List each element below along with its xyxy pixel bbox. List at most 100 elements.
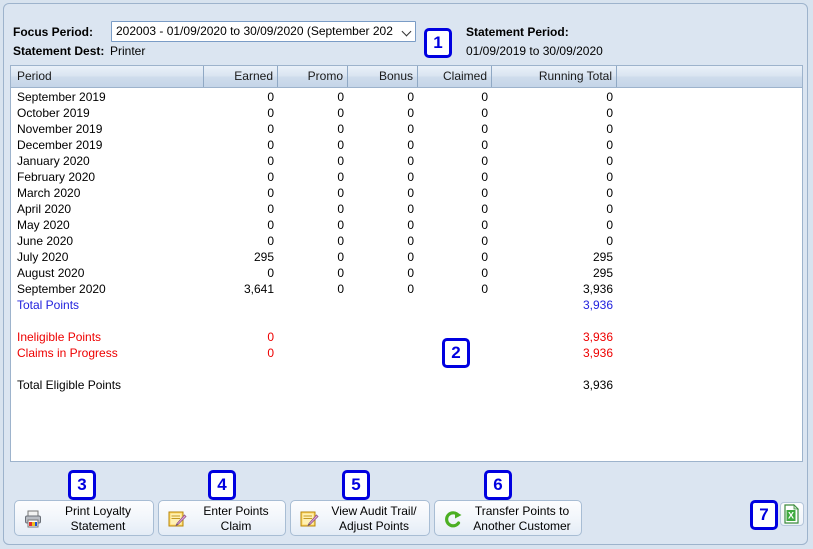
cell-bonus: 0 xyxy=(348,265,418,281)
cell-earned: 295 xyxy=(204,249,278,265)
export-excel-button[interactable]: X xyxy=(780,502,804,526)
cell-period: September 2020 xyxy=(11,281,204,297)
cell-earned: 0 xyxy=(204,265,278,281)
summary-earned: 0 xyxy=(204,345,278,361)
cell-earned: 3,641 xyxy=(204,281,278,297)
cell-running_total: 0 xyxy=(492,185,617,201)
cell-earned: 0 xyxy=(204,89,278,105)
loyalty-statement-window: Focus Period: 202003 - 01/09/2020 to 30/… xyxy=(3,3,808,545)
cell-claimed: 0 xyxy=(418,121,492,137)
cell-claimed: 0 xyxy=(418,153,492,169)
cell-running_total: 3,936 xyxy=(492,281,617,297)
focus-period-select[interactable]: 202003 - 01/09/2020 to 30/09/2020 (Septe… xyxy=(111,21,416,42)
table-row[interactable]: April 202000000 xyxy=(11,201,803,217)
cell-earned: 0 xyxy=(204,105,278,121)
cell-earned: 0 xyxy=(204,217,278,233)
header-panel: Focus Period: 202003 - 01/09/2020 to 30/… xyxy=(4,4,809,62)
summary-earned: 0 xyxy=(204,329,278,345)
cell-claimed: 0 xyxy=(418,233,492,249)
cell-promo: 0 xyxy=(278,185,348,201)
table-row[interactable]: September 201900000 xyxy=(11,89,803,105)
cell-period: July 2020 xyxy=(11,249,204,265)
cell-earned: 0 xyxy=(204,169,278,185)
view-audit-trail-button[interactable]: View Audit Trail/ Adjust Points xyxy=(290,500,430,536)
callout-badge-7: 7 xyxy=(750,500,778,530)
cell-period: March 2020 xyxy=(11,185,204,201)
summary-value: 3,936 xyxy=(492,329,617,345)
focus-period-value: 202003 - 01/09/2020 to 30/09/2020 (Septe… xyxy=(116,24,393,38)
print-loyalty-statement-button[interactable]: Print Loyalty Statement xyxy=(14,500,154,536)
cell-promo: 0 xyxy=(278,201,348,217)
cell-period: May 2020 xyxy=(11,217,204,233)
cell-bonus: 0 xyxy=(348,233,418,249)
callout-badge-5: 5 xyxy=(342,470,370,500)
cell-bonus: 0 xyxy=(348,105,418,121)
btn-line1: Enter Points xyxy=(203,504,268,518)
cell-claimed: 0 xyxy=(418,265,492,281)
table-row[interactable]: March 202000000 xyxy=(11,185,803,201)
column-header-bonus[interactable]: Bonus xyxy=(348,66,418,87)
cell-promo: 0 xyxy=(278,217,348,233)
table-row[interactable]: July 2020295000295 xyxy=(11,249,803,265)
table-row[interactable]: November 201900000 xyxy=(11,121,803,137)
column-header-period[interactable]: Period xyxy=(11,66,204,87)
statement-dest-label: Statement Dest: xyxy=(13,44,104,58)
enter-points-claim-label: Enter Points Claim xyxy=(191,504,281,534)
statement-period-value: 01/09/2019 to 30/09/2020 xyxy=(466,44,603,58)
btn-line1: Print Loyalty xyxy=(65,504,131,518)
btn-line2: Statement xyxy=(71,519,126,533)
table-row[interactable]: September 20203,6410003,936 xyxy=(11,281,803,297)
cell-bonus: 0 xyxy=(348,217,418,233)
table-row[interactable]: January 202000000 xyxy=(11,153,803,169)
total-points-value: 3,936 xyxy=(492,297,617,313)
table-row[interactable]: December 201900000 xyxy=(11,137,803,153)
cell-bonus: 0 xyxy=(348,89,418,105)
enter-points-claim-button[interactable]: Enter Points Claim xyxy=(158,500,286,536)
column-header-claimed[interactable]: Claimed xyxy=(418,66,492,87)
cell-earned: 0 xyxy=(204,201,278,217)
cell-promo: 0 xyxy=(278,233,348,249)
callout-badge-6: 6 xyxy=(484,470,512,500)
transfer-points-label: Transfer Points to Another Customer xyxy=(467,504,577,534)
cell-claimed: 0 xyxy=(418,185,492,201)
transfer-points-button[interactable]: Transfer Points to Another Customer xyxy=(434,500,582,536)
svg-text:X: X xyxy=(788,511,794,521)
cell-promo: 0 xyxy=(278,281,348,297)
view-audit-trail-label: View Audit Trail/ Adjust Points xyxy=(323,504,425,534)
cell-earned: 0 xyxy=(204,121,278,137)
column-header-running-total[interactable]: Running Total xyxy=(492,66,617,87)
cell-promo: 0 xyxy=(278,153,348,169)
cell-bonus: 0 xyxy=(348,121,418,137)
cell-claimed: 0 xyxy=(418,201,492,217)
cell-bonus: 0 xyxy=(348,249,418,265)
printer-icon xyxy=(23,509,43,529)
cell-period: September 2019 xyxy=(11,89,204,105)
cell-period: June 2020 xyxy=(11,233,204,249)
cell-promo: 0 xyxy=(278,265,348,281)
cell-promo: 0 xyxy=(278,137,348,153)
chevron-down-icon xyxy=(403,28,411,36)
summary-label: Claims in Progress xyxy=(11,345,204,361)
btn-line1: View Audit Trail/ xyxy=(331,504,416,518)
btn-line2: Another Customer xyxy=(473,519,570,533)
table-row[interactable]: February 202000000 xyxy=(11,169,803,185)
cell-period: February 2020 xyxy=(11,169,204,185)
column-header-earned[interactable]: Earned xyxy=(204,66,278,87)
total-eligible-value: 3,936 xyxy=(492,377,617,393)
cell-period: April 2020 xyxy=(11,201,204,217)
cell-period: October 2019 xyxy=(11,105,204,121)
cell-running_total: 295 xyxy=(492,265,617,281)
points-grid-panel: Period Earned Promo Bonus Claimed Runnin… xyxy=(10,65,803,462)
table-row[interactable]: May 202000000 xyxy=(11,217,803,233)
cell-promo: 0 xyxy=(278,169,348,185)
column-header-promo[interactable]: Promo xyxy=(278,66,348,87)
cell-running_total: 0 xyxy=(492,233,617,249)
cell-bonus: 0 xyxy=(348,281,418,297)
table-row[interactable]: June 202000000 xyxy=(11,233,803,249)
table-row[interactable]: August 20200000295 xyxy=(11,265,803,281)
cell-bonus: 0 xyxy=(348,185,418,201)
table-row[interactable]: October 201900000 xyxy=(11,105,803,121)
btn-line2: Claim xyxy=(221,519,252,533)
excel-icon: X xyxy=(781,503,803,525)
cell-promo: 0 xyxy=(278,89,348,105)
